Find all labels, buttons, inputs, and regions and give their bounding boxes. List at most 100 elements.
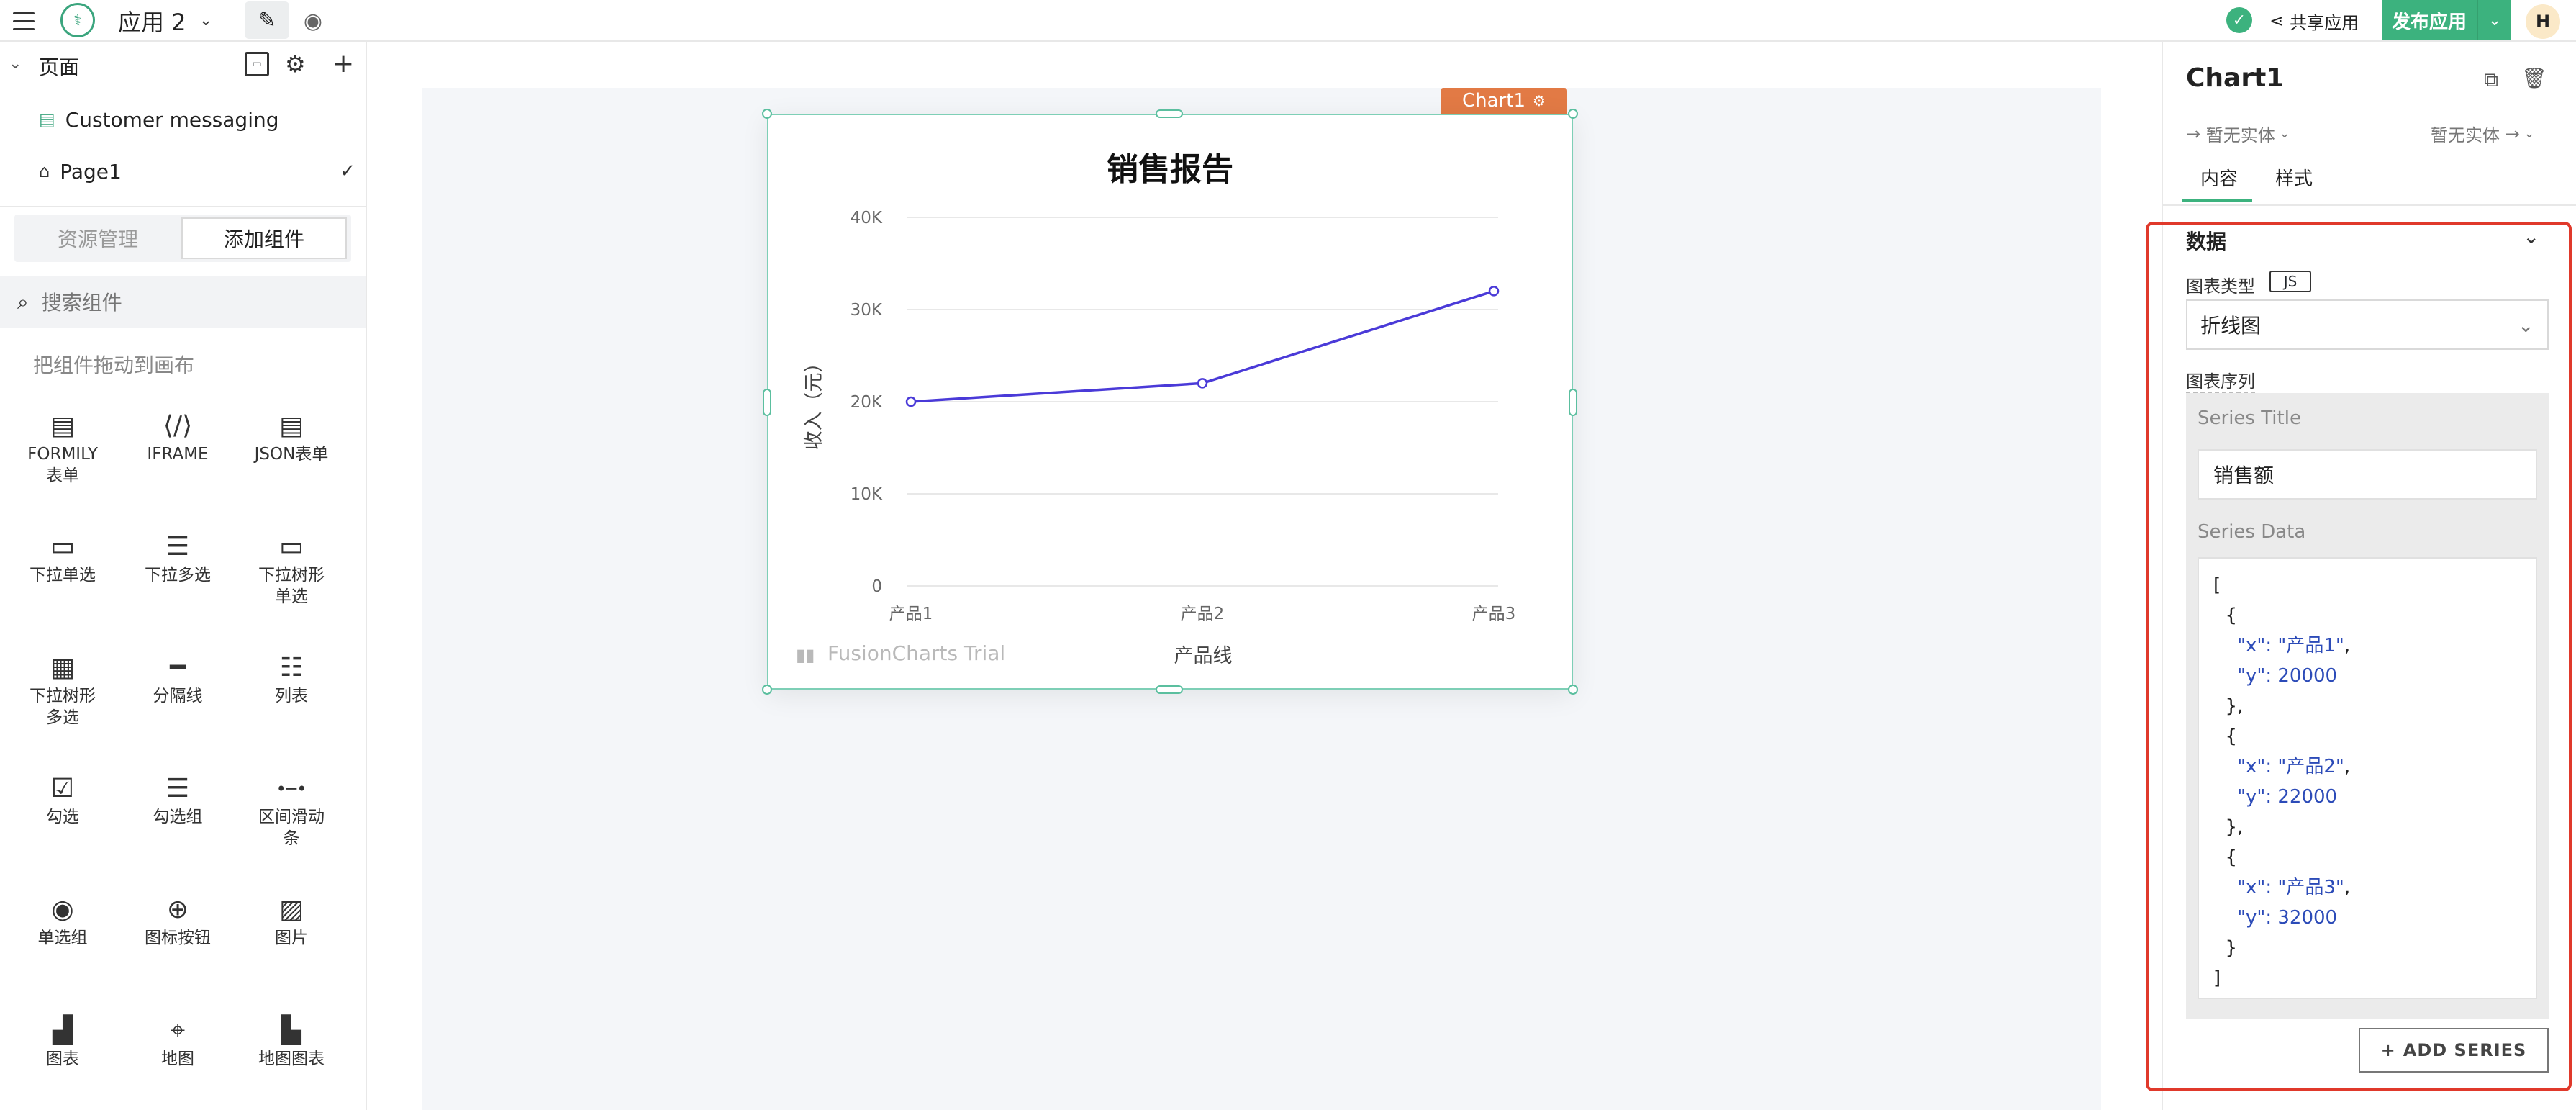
widget-item[interactable]: ☷ 列表 bbox=[237, 651, 345, 707]
tab-add-widget[interactable]: 添加组件 bbox=[181, 217, 347, 259]
checkbox-icon: ☑ bbox=[50, 774, 75, 803]
range-slider-icon: •─• bbox=[276, 779, 307, 799]
widget-label: 地图 bbox=[161, 1050, 194, 1068]
y-tick-label: 30K bbox=[851, 301, 883, 320]
widget-item[interactable]: ☰ 下拉多选 bbox=[124, 530, 232, 586]
widget-search: ⌕ bbox=[0, 276, 366, 328]
search-input[interactable] bbox=[41, 290, 330, 315]
tree-select-icon: ▭ bbox=[278, 532, 304, 561]
app-name[interactable]: 应用 2 bbox=[118, 4, 186, 37]
drag-hint: 把组件拖动到画布 bbox=[33, 353, 195, 377]
x-tick-label: 产品2 bbox=[1181, 605, 1225, 623]
data-point bbox=[1197, 378, 1208, 389]
y-tick-label: 0 bbox=[871, 577, 882, 596]
share-app-button[interactable]: ⋖ 共享应用 bbox=[2269, 4, 2359, 37]
panel-tabs: 资源管理 添加组件 bbox=[14, 215, 351, 262]
widget-label: 图表 bbox=[46, 1050, 79, 1068]
layout-icon[interactable]: ▭ bbox=[245, 52, 269, 76]
entity-left[interactable]: → 暂无实体 ⌄ bbox=[2186, 121, 2290, 146]
widget-label: 图片 bbox=[275, 929, 308, 947]
avatar[interactable]: H bbox=[2526, 4, 2560, 39]
widget-item[interactable]: ▤ JSON表单 bbox=[237, 409, 345, 465]
widget-item[interactable]: •─• 区间滑动 条 bbox=[237, 772, 345, 849]
widget-item[interactable]: ◉ 单选组 bbox=[9, 893, 117, 949]
publish-dropdown-icon[interactable]: ⌄ bbox=[2477, 0, 2511, 40]
settings-icon: ⚙ bbox=[1533, 92, 1546, 109]
publish-label: 发布应用 bbox=[2391, 11, 2467, 33]
radio-group-icon: ◉ bbox=[51, 895, 74, 924]
data-point bbox=[1488, 286, 1500, 297]
widget-item[interactable]: ☑ 勾选 bbox=[9, 772, 117, 828]
widget-label: 图标按钮 bbox=[145, 929, 211, 947]
widget-item[interactable]: ▟ 图表 bbox=[9, 1014, 117, 1070]
widget-label: 列表 bbox=[275, 687, 308, 705]
widget-item[interactable]: ▦ 下拉树形 多选 bbox=[9, 651, 117, 728]
widget-label: 分隔线 bbox=[153, 687, 203, 705]
preview-mode-button[interactable]: ◉ bbox=[295, 3, 331, 39]
search-icon: ⌕ bbox=[17, 290, 29, 314]
widget-item[interactable]: ▭ 下拉单选 bbox=[9, 530, 117, 586]
watermark-icon: ▮▮ bbox=[796, 645, 815, 665]
widget-item[interactable]: ⌖ 地图 bbox=[124, 1014, 232, 1070]
tab-style[interactable]: 样式 bbox=[2275, 164, 2313, 191]
widget-label: 地图图表 bbox=[258, 1050, 325, 1068]
y-tick-label: 10K bbox=[851, 485, 883, 504]
widget-item[interactable]: ▙ 地图图表 bbox=[237, 1014, 345, 1070]
widget-item[interactable]: ⟨/⟩ IFRAME bbox=[124, 409, 232, 465]
add-page-icon[interactable]: + bbox=[332, 49, 354, 78]
widget-label: 下拉单选 bbox=[30, 566, 96, 585]
table-page-icon: ▤ bbox=[39, 109, 55, 130]
list-icon: ☷ bbox=[279, 653, 304, 682]
divider-icon: ━ bbox=[170, 653, 186, 682]
page-label: Customer messaging bbox=[65, 107, 279, 132]
iframe-icon: ⟨/⟩ bbox=[163, 411, 193, 441]
map-chart-icon: ▙ bbox=[281, 1016, 301, 1045]
x-tick-label: 产品3 bbox=[1472, 605, 1516, 623]
menu-icon[interactable] bbox=[7, 4, 40, 37]
chart-name-tag[interactable]: Chart1 ⚙ bbox=[1441, 88, 1567, 114]
chevron-down-icon[interactable]: ⌄ bbox=[193, 7, 219, 33]
page-item-page1[interactable]: ⌂ Page1 ✓ bbox=[39, 150, 355, 193]
share-label: 共享应用 bbox=[2290, 12, 2359, 33]
widget-label: 区间滑动 条 bbox=[258, 808, 325, 848]
pages-title: 页面 bbox=[39, 55, 80, 79]
widget-label: 下拉树形 单选 bbox=[258, 566, 325, 606]
checkbox-group-icon: ☰ bbox=[165, 774, 190, 803]
chevron-down-icon: ⌄ bbox=[2519, 126, 2535, 141]
divider bbox=[0, 206, 367, 207]
tab-resources[interactable]: 资源管理 bbox=[14, 217, 181, 259]
widget-label: 勾选 bbox=[46, 808, 79, 826]
json-form-icon: ▤ bbox=[278, 411, 304, 441]
chart-tag-label: Chart1 bbox=[1462, 90, 1526, 112]
widget-label: IFRAME bbox=[147, 445, 209, 464]
widget-label: 下拉树形 多选 bbox=[30, 687, 96, 727]
entity-right[interactable]: 暂无实体 → ⌄ bbox=[2431, 121, 2535, 146]
widget-item[interactable]: ☰ 勾选组 bbox=[124, 772, 232, 828]
copy-icon[interactable]: ⧉ bbox=[2484, 68, 2498, 92]
gear-icon[interactable]: ⚙ bbox=[285, 50, 306, 78]
icon-button-icon: ⊕ bbox=[166, 895, 189, 924]
y-tick-label: 20K bbox=[851, 393, 883, 412]
home-icon: ⌂ bbox=[39, 161, 50, 181]
share-icon: ⋖ bbox=[2269, 11, 2285, 31]
data-point bbox=[905, 396, 917, 407]
edit-mode-button[interactable]: ✎ bbox=[245, 1, 289, 39]
tab-content[interactable]: 内容 bbox=[2200, 164, 2238, 191]
page-label: Page1 bbox=[60, 159, 122, 184]
widget-title[interactable]: Chart1 bbox=[2186, 63, 2284, 93]
widget-item[interactable]: ▤ FORMILY 表单 bbox=[9, 409, 117, 487]
entity-right-label: 暂无实体 bbox=[2431, 125, 2500, 145]
x-axis-label: 产品线 bbox=[1174, 645, 1233, 667]
widget-label: FORMILY 表单 bbox=[27, 445, 98, 485]
chevron-down-icon: ⌄ bbox=[2275, 126, 2290, 141]
app-logo-icon: ⚕ bbox=[60, 3, 95, 37]
chart-title: 销售报告 bbox=[1107, 151, 1233, 188]
selected-check-icon: ✓ bbox=[340, 161, 355, 182]
page-item-customer-messaging[interactable]: ▤ Customer messaging bbox=[39, 98, 355, 141]
collapse-pages-icon[interactable]: ⌄ bbox=[9, 55, 22, 73]
trash-icon[interactable]: 🗑 bbox=[2521, 66, 2547, 90]
widget-item[interactable]: ▭ 下拉树形 单选 bbox=[237, 530, 345, 608]
widget-item[interactable]: ━ 分隔线 bbox=[124, 651, 232, 707]
widget-item[interactable]: ⊕ 图标按钮 bbox=[124, 893, 232, 949]
widget-item[interactable]: ▨ 图片 bbox=[237, 893, 345, 949]
